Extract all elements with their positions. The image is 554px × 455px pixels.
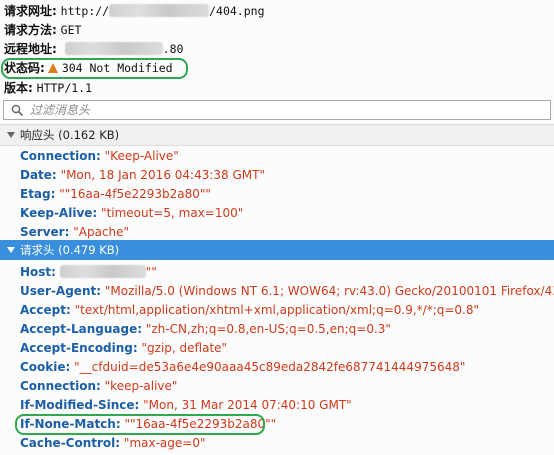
header-value: ""16aa-4f5e2293b2a80"": [59, 187, 211, 201]
header-row[interactable]: Connection: "Keep-Alive": [20, 147, 179, 166]
request-headers-title: 请求头 (0.479 KB): [20, 243, 120, 257]
version-value: HTTP/1.1: [36, 81, 93, 95]
header-row[interactable]: Cookie: "__cfduid=de53a6e4e90aaa45c89eda…: [20, 358, 465, 377]
header-name: Cache-Control:: [20, 436, 121, 450]
filter-headers-input[interactable]: [30, 102, 530, 118]
redacted-host: [59, 265, 146, 278]
redacted-host: [109, 4, 210, 17]
header-row[interactable]: Accept: "text/html,application/xhtml+xml…: [20, 301, 479, 320]
header-name: Etag:: [20, 187, 56, 201]
header-row[interactable]: Date: "Mon, 18 Jan 2016 04:43:38 GMT": [20, 166, 265, 185]
request-url-suffix: /404.png: [209, 4, 265, 18]
header-name: Connection:: [20, 149, 101, 163]
header-value: "Mon, 18 Jan 2016 04:43:38 GMT": [60, 168, 265, 182]
header-name: User-Agent:: [20, 284, 102, 298]
header-row[interactable]: Keep-Alive: "timeout=5, max=100": [20, 204, 243, 223]
header-name: Server:: [20, 225, 70, 239]
header-row[interactable]: Etag: ""16aa-4f5e2293b2a80"": [20, 185, 211, 204]
header-name: Host:: [20, 265, 56, 279]
header-name: Accept-Encoding:: [20, 341, 138, 355]
header-row[interactable]: Connection: "keep-alive": [20, 377, 177, 396]
header-value: "max-age=0": [123, 436, 206, 450]
header-row[interactable]: Accept-Encoding: "gzip, deflate": [20, 339, 227, 358]
header-name: Cookie:: [20, 360, 71, 374]
request-method-value: GET: [60, 23, 82, 37]
redacted-address: [64, 42, 163, 55]
status-highlight-ring: [1, 58, 188, 79]
header-row[interactable]: If-Modified-Since: "Mon, 31 Mar 2014 07:…: [20, 396, 352, 415]
header-value: "Mon, 31 Mar 2014 07:40:10 GMT": [143, 398, 352, 412]
expand-arrow-icon: [7, 132, 15, 138]
request-url-prefix: http://: [60, 4, 110, 18]
filter-box[interactable]: [3, 100, 551, 120]
header-value: "Keep-Alive": [104, 149, 179, 163]
request-url-row: 请求网址: http:// /404.png: [4, 2, 265, 21]
header-row[interactable]: Accept-Language: "zh-CN,zh;q=0.8,en-US;q…: [20, 320, 391, 339]
remote-address-suffix: .80: [162, 42, 184, 56]
header-name: If-Modified-Since:: [20, 398, 140, 412]
header-value: "": [145, 265, 157, 279]
request-method-row: 请求方法: GET: [4, 21, 81, 40]
request-url-label: 请求网址:: [4, 4, 57, 18]
header-value: "gzip, deflate": [141, 341, 228, 355]
header-value: "Apache": [73, 225, 130, 239]
header-row[interactable]: Host: "": [20, 263, 157, 282]
request-method-label: 请求方法:: [4, 23, 57, 37]
if-none-match-highlight-ring: [15, 414, 265, 435]
version-row: 版本: HTTP/1.1: [4, 79, 92, 98]
request-headers-toggle[interactable]: 请求头 (0.479 KB): [0, 240, 554, 260]
response-headers-toggle[interactable]: 响应头 (0.162 KB): [0, 124, 554, 146]
response-headers-title: 响应头 (0.162 KB): [20, 128, 120, 142]
expand-arrow-icon: [7, 247, 15, 253]
header-value: "keep-alive": [104, 379, 178, 393]
header-name: Accept-Language:: [20, 322, 143, 336]
header-value: "__cfduid=de53a6e4e90aaa45c89eda2842fe68…: [74, 360, 466, 374]
search-icon: [11, 104, 23, 116]
header-name: Accept:: [20, 303, 71, 317]
remote-address-row: 远程地址: .80: [4, 40, 183, 59]
header-value: "text/html,application/xhtml+xml,applica…: [74, 303, 480, 317]
header-row[interactable]: Cache-Control: "max-age=0": [20, 434, 205, 453]
version-label: 版本:: [4, 81, 33, 95]
header-value: "timeout=5, max=100": [101, 206, 244, 220]
header-value: "Mozilla/5.0 (Windows NT 6.1; WOW64; rv:…: [104, 284, 554, 298]
header-name: Date:: [20, 168, 57, 182]
header-value: "zh-CN,zh;q=0.8,en-US;q=0.5,en;q=0.3": [145, 322, 391, 336]
header-name: Keep-Alive:: [20, 206, 98, 220]
header-name: Connection:: [20, 379, 101, 393]
header-row[interactable]: User-Agent: "Mozilla/5.0 (Windows NT 6.1…: [20, 282, 554, 301]
remote-address-label: 远程地址:: [4, 42, 57, 56]
